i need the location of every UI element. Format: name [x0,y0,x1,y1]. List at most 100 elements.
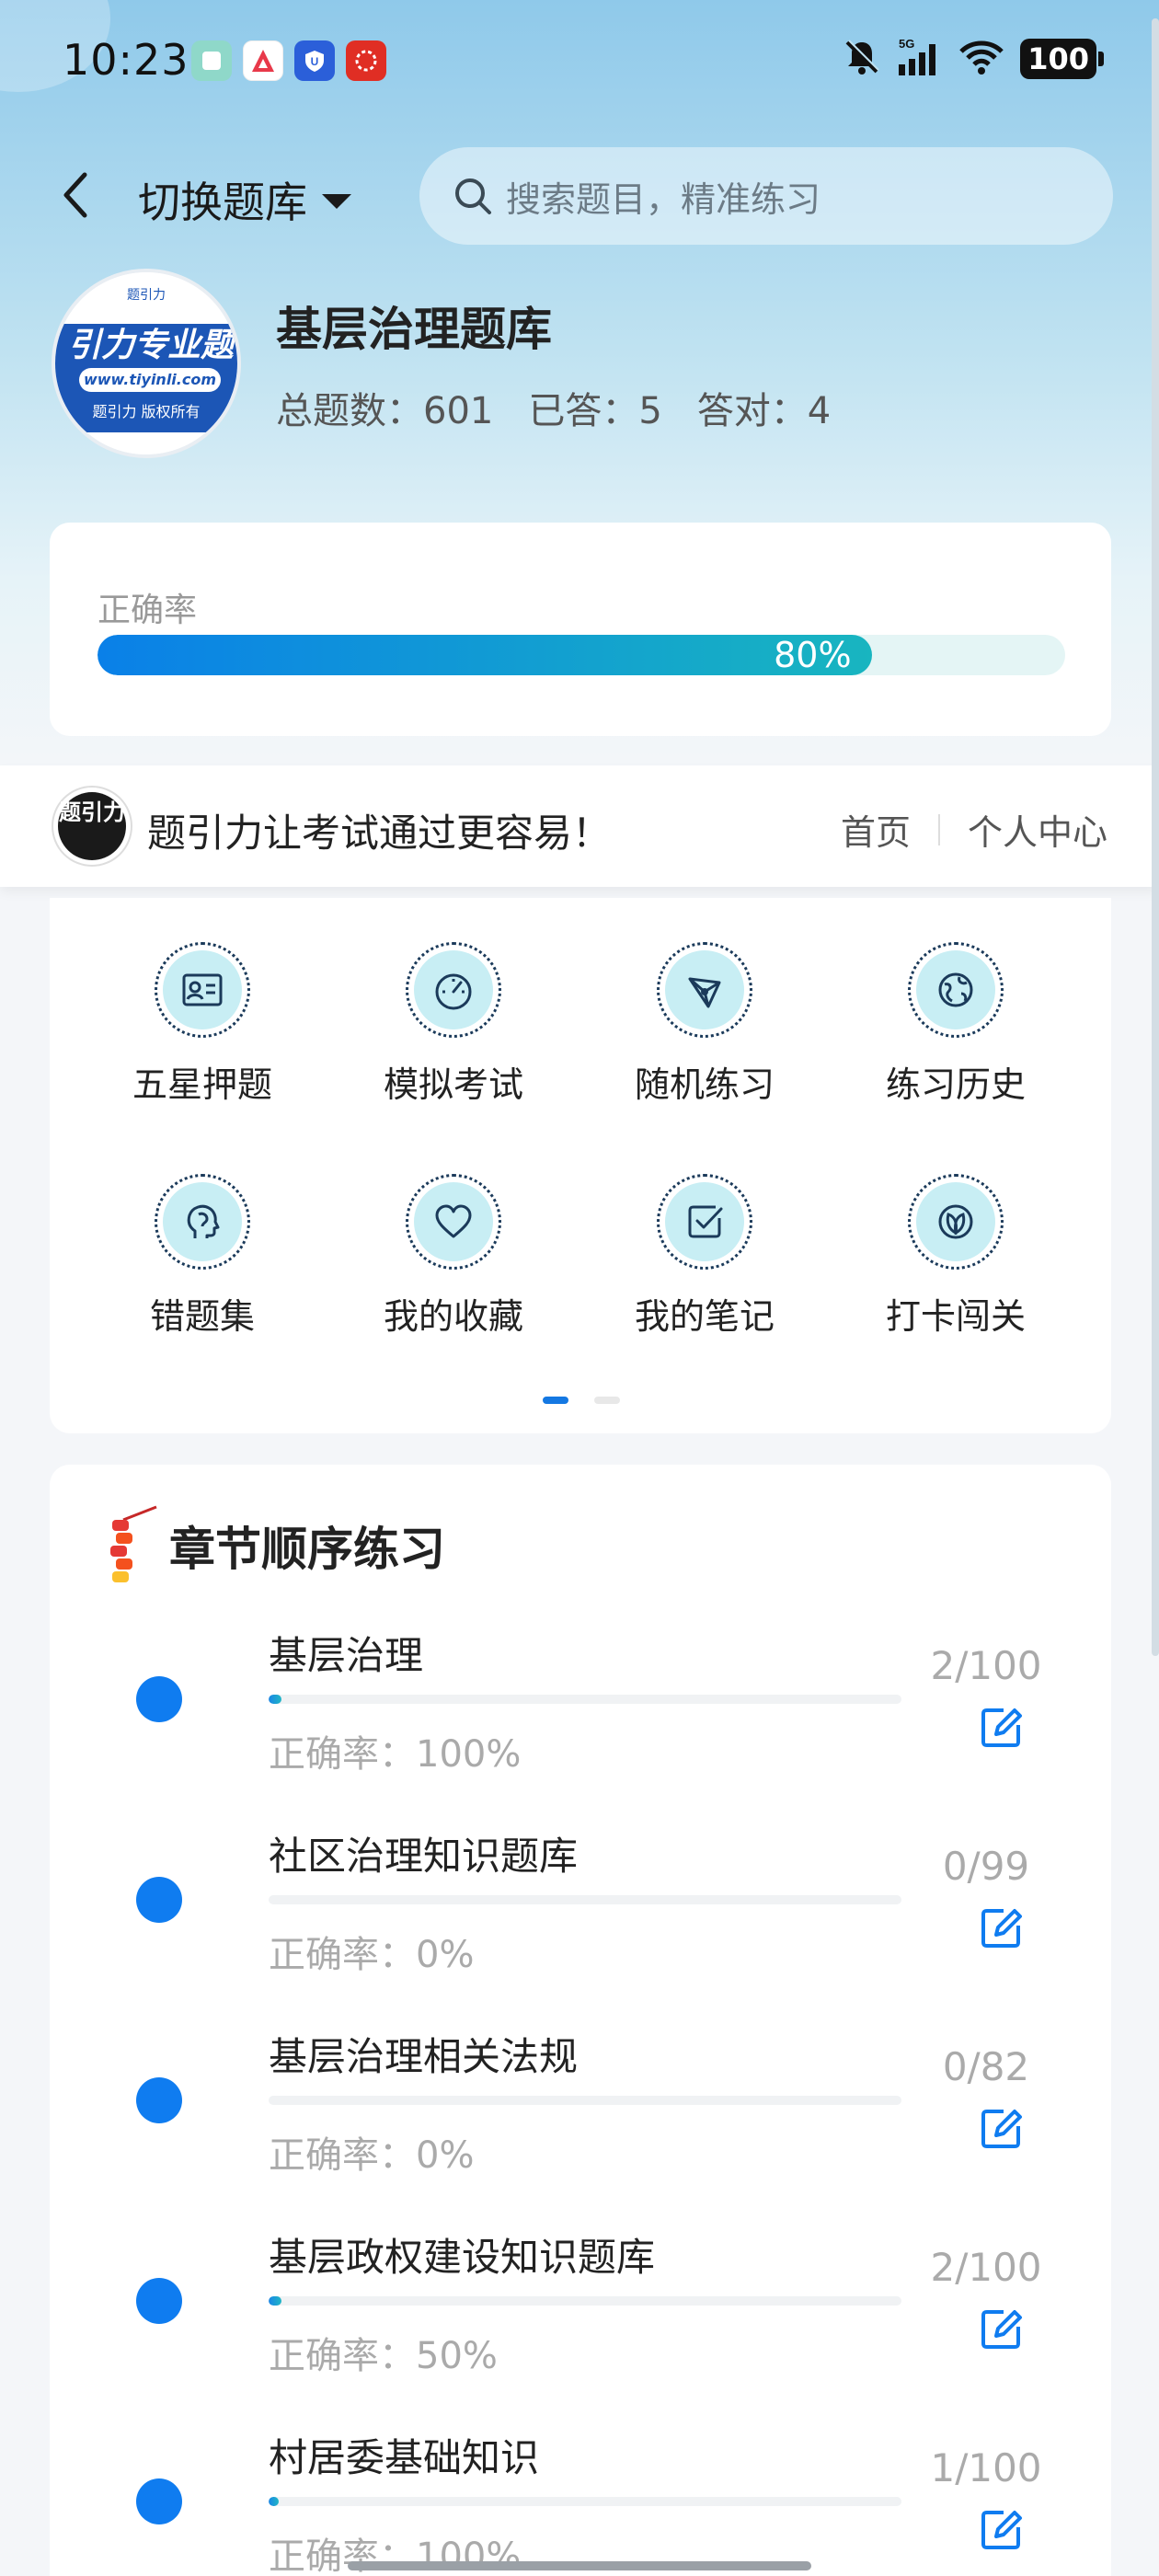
chapter-dot [136,2077,182,2123]
chapter-progress-bar [269,2497,901,2506]
network-icon [688,977,721,1008]
accuracy-label: 正确率 [98,592,198,629]
edit-button[interactable] [973,1901,1028,1956]
status-time: 10:23 [63,35,189,85]
chapter-count: 2/100 [930,1643,1042,1688]
chapter-accuracy: 正确率：50% [269,2335,498,2377]
status-bar: 10:23 U 5G 100 [0,0,1159,120]
chapter-name: 基层治理相关法规 [269,2034,579,2079]
edit-button[interactable] [973,1700,1028,1755]
accuracy-progress-bar: 80% [98,635,1065,675]
pinduoduo-app-icon [346,40,386,81]
function-pager [543,1397,620,1404]
chapter-progress-fill [269,1695,281,1704]
chapter-row[interactable]: 基层治理 正确率：100% 2/100 [50,1590,1111,1776]
notification-app-icons: U [191,40,386,81]
bank-title: 基层治理题库 [276,303,552,356]
edit-button[interactable] [973,2502,1028,2558]
chapter-progress-bar [269,1695,901,1704]
func-my-favorites[interactable]: 我的收藏 [343,1174,564,1339]
wifi-icon [958,37,1005,81]
bank-logo: 题引力 引力专业题 www.tiyinli.com 题引力 版权所有 [52,269,241,458]
chapter-progress-fill [269,2497,279,2506]
stat-total: 总题数：601 [276,390,494,432]
battery-indicator: 100 [1020,39,1104,79]
chapter-count: 0/99 [942,1844,1030,1889]
function-grid: 五星押题 模拟考试 随机练习 练习历史 错题集 我的收藏 我的笔记 打卡闯关 [50,898,1111,1433]
func-label: 我的笔记 [634,1296,775,1337]
accuracy-card: 正确率 80% [50,523,1111,736]
chapter-practice-card: 章节顺序练习 基层治理 正确率：100% 2/100 社区治理知识题库 正确率：0% 0/… [50,1465,1111,2576]
nav-divider [937,813,940,845]
pager-dot[interactable] [594,1397,620,1404]
func-mock-exam[interactable]: 模拟考试 [343,942,564,1107]
leaf-icon [938,1204,973,1239]
speedometer-icon [435,973,472,1010]
nav-profile-link[interactable]: 个人中心 [968,804,1107,855]
edit-button[interactable] [973,2101,1028,2156]
home-indicator[interactable] [348,2561,811,2570]
shield-app-icon: U [294,40,335,81]
chapter-dot [136,1877,182,1923]
chevron-left-icon [63,172,87,218]
caret-down-icon [322,194,351,209]
func-label: 五星押题 [132,1064,272,1105]
chapter-row[interactable]: 村居委基础知识 正确率：100% 1/100 [50,2392,1111,2576]
stat-answered: 已答：5 [528,390,662,432]
func-label: 随机练习 [634,1064,775,1105]
chapter-row[interactable]: 基层治理相关法规 正确率：0% 0/82 [50,1991,1111,2177]
chapter-progress-bar [269,2096,901,2105]
func-label: 我的收藏 [383,1296,523,1337]
func-random-practice[interactable]: 随机练习 [594,942,815,1107]
svg-text:5G: 5G [899,37,914,51]
banner-nav: 首页 个人中心 [841,804,1107,855]
edit-icon [981,1909,1022,1948]
accuracy-progress-fill: 80% [98,635,872,675]
head-icon [187,1204,220,1238]
system-status-icons: 5G 100 [842,37,1104,81]
chapter-name: 基层治理 [269,1633,424,1678]
brand-logo: 题引力 [52,786,132,867]
bank-stats: 总题数：601 已答：5 答对：4 [276,381,831,434]
search-input[interactable]: 搜索题目，精准练习 [419,147,1113,245]
chapter-name: 村居委基础知识 [269,2435,540,2480]
pager-dot-active[interactable] [543,1397,568,1404]
back-button[interactable] [48,166,103,224]
edit-icon [981,2511,1022,2549]
chapter-dot [136,2278,182,2324]
func-my-notes[interactable]: 我的笔记 [594,1174,815,1339]
search-icon [455,178,491,214]
svg-text:U: U [311,55,319,68]
chapter-row[interactable]: 社区治理知识题库 正确率：0% 0/99 [50,1790,1111,1976]
stat-correct: 答对：4 [696,390,832,432]
signal-icon: 5G [897,37,943,81]
edit-icon [981,1708,1022,1747]
edit-icon [981,2310,1022,2349]
nav-home-link[interactable]: 首页 [841,804,911,855]
scrollbar[interactable] [1152,18,1159,1656]
checkbox-icon [688,1205,723,1238]
func-check-in[interactable]: 打卡闯关 [845,1174,1066,1339]
func-practice-history[interactable]: 练习历史 [845,942,1066,1107]
chapter-accuracy: 正确率：0% [269,1934,475,1976]
func-label: 打卡闯关 [885,1296,1026,1337]
a-app-icon [243,40,283,81]
id-card-icon [182,973,223,1006]
chapter-count: 2/100 [930,2245,1042,2290]
switch-bank-dropdown[interactable]: 切换题库 [138,169,351,230]
func-label: 模拟考试 [383,1064,523,1105]
logo-title: 引力专业题 [67,327,234,364]
chapter-row[interactable]: 基层政权建设知识题库 正确率：50% 2/100 [50,2191,1111,2377]
search-placeholder: 搜索题目，精准练习 [506,178,821,220]
brand-banner: 题引力 题引力让考试通过更容易！ 首页 个人中心 [0,765,1159,887]
edit-button[interactable] [973,2302,1028,2357]
chapter-accuracy: 正确率：0% [269,2134,475,2177]
heart-icon [435,1204,472,1238]
chapter-dot [136,1676,182,1722]
func-five-star[interactable]: 五星押题 [92,942,313,1107]
chapter-dot [136,2478,182,2524]
chapter-progress-bar [269,1895,901,1904]
bell-mute-icon [842,37,882,81]
brand-logo-text: 题引力 [58,792,126,860]
func-wrong-questions[interactable]: 错题集 [92,1174,313,1339]
